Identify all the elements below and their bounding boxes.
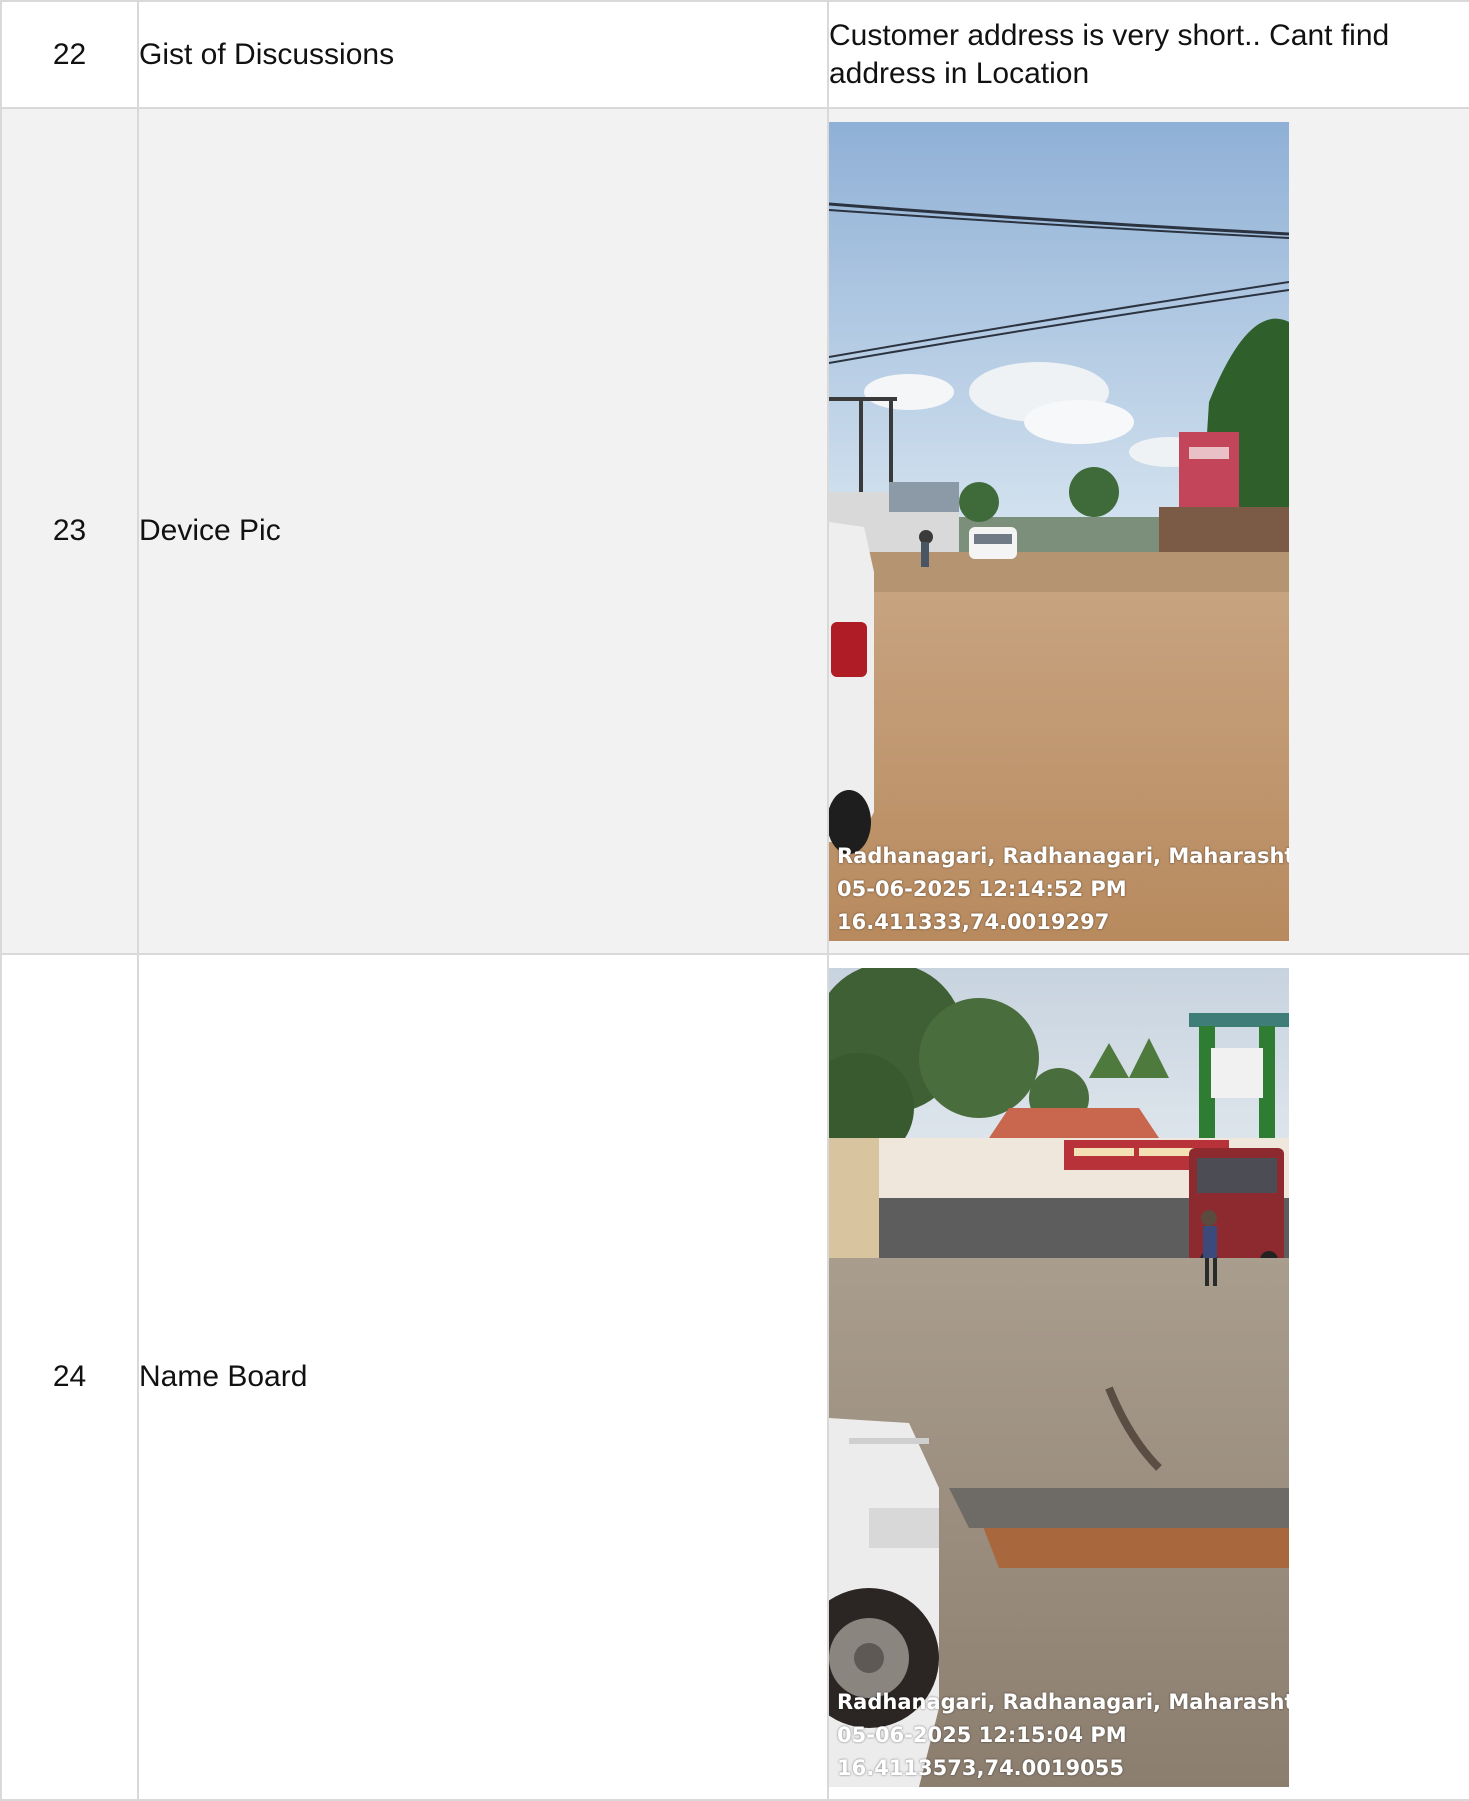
stamp-datetime: 05-06-2025 12:14:52 PM xyxy=(837,876,1127,901)
photo-cell: Radhanagari, Radhanagari, Maharashtra 41… xyxy=(827,953,1469,1801)
stamp-location: Radhanagari, Radhanagari, Maharashtra 41… xyxy=(837,843,1289,868)
name-board-photo[interactable]: Radhanagari, Radhanagari, Maharashtra 41… xyxy=(829,967,1289,1787)
report-table: 22 Gist of Discussions Customer address … xyxy=(0,0,1469,1801)
photo-stamp: Radhanagari, Radhanagari, Maharashtra 41… xyxy=(837,1686,1289,1785)
street-scene-image xyxy=(829,121,1289,941)
table-row: 22 Gist of Discussions Customer address … xyxy=(0,0,1469,109)
row-number: 23 xyxy=(0,107,139,955)
stamp-coordinates: 16.411333,74.0019297 xyxy=(837,909,1110,934)
table-row: 24 Name Board Radhanagari, Radhanagari, … xyxy=(0,953,1469,1801)
row-label: Gist of Discussions xyxy=(137,0,829,109)
row-label: Device Pic xyxy=(137,107,829,955)
row-value: Customer address is very short.. Cant fi… xyxy=(827,0,1469,109)
stamp-datetime: 05-06-2025 12:15:04 PM xyxy=(837,1722,1127,1747)
stamp-coordinates: 16.4113573,74.0019055 xyxy=(837,1755,1124,1780)
stamp-location: Radhanagari, Radhanagari, Maharashtra 41… xyxy=(837,1689,1289,1714)
photo-stamp: Radhanagari, Radhanagari, Maharashtra 41… xyxy=(837,840,1289,939)
photo-cell: Radhanagari, Radhanagari, Maharashtra 41… xyxy=(827,107,1469,955)
bus-stand-image xyxy=(829,967,1289,1787)
device-photo[interactable]: Radhanagari, Radhanagari, Maharashtra 41… xyxy=(829,121,1289,941)
row-number: 22 xyxy=(0,0,139,109)
table-row: 23 Device Pic Radhanagari, Radhanagari, … xyxy=(0,107,1469,955)
row-number: 24 xyxy=(0,953,139,1801)
row-label: Name Board xyxy=(137,953,829,1801)
